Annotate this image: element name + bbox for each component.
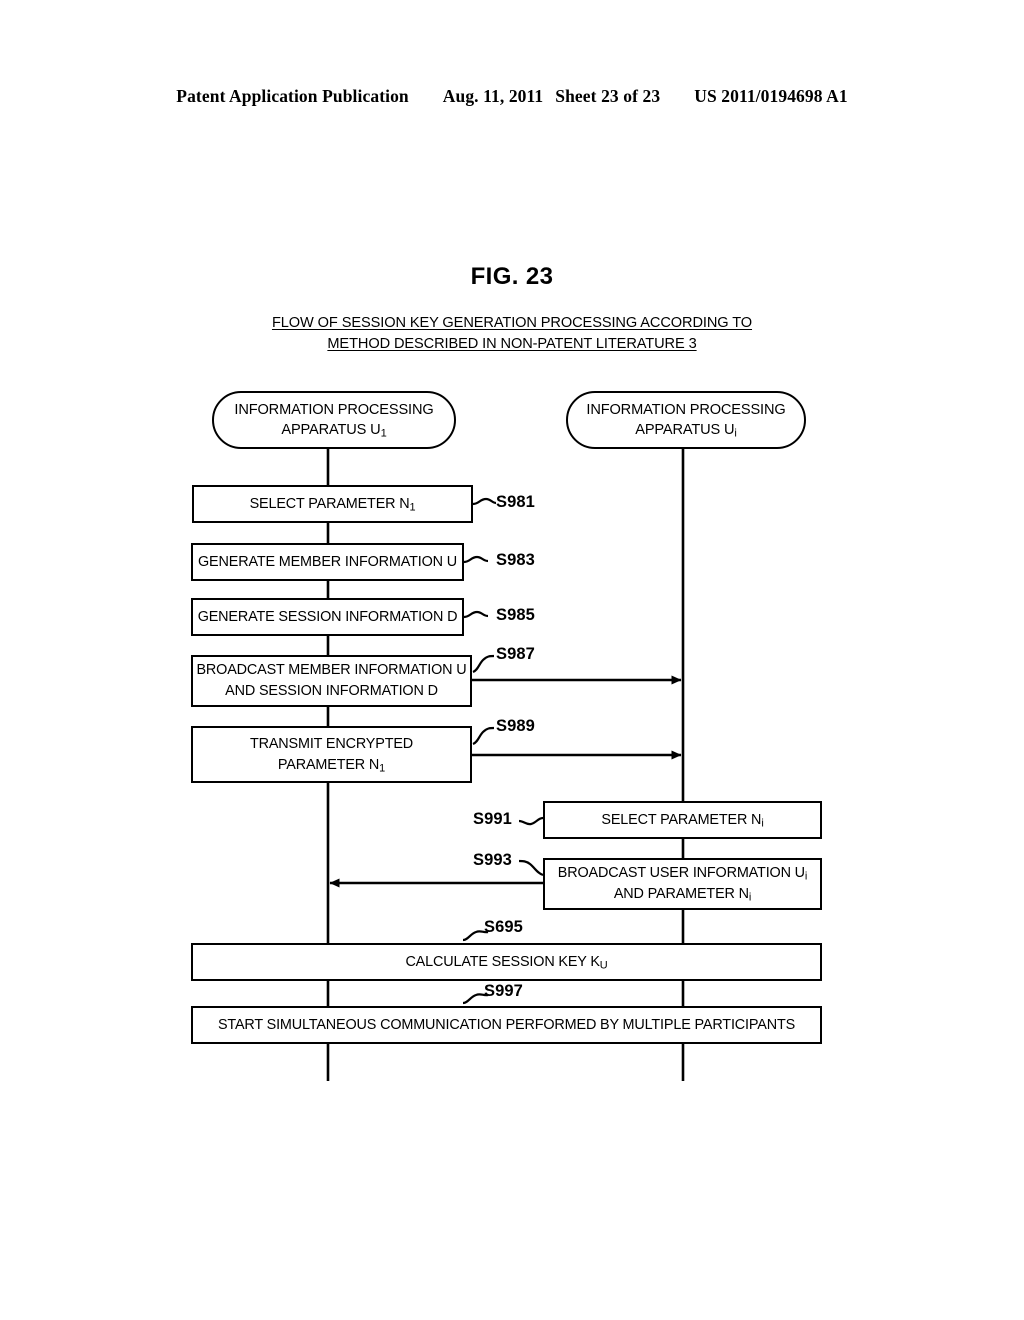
box-s981-line1: SELECT PARAMETER N [249,495,410,512]
process-box-s981: SELECT PARAMETER N1 [192,485,473,523]
process-box-s997: START SIMULTANEOUS COMMUNICATION PERFORM… [191,1006,822,1044]
box-s997-line1: START SIMULTANEOUS COMMUNICATION PERFORM… [217,1016,796,1033]
leader-s987 [472,654,495,674]
process-box-s987: BROADCAST MEMBER INFORMATION U AND SESSI… [191,655,472,707]
lane-right-subscript: i [734,427,737,440]
process-box-s989: TRANSMIT ENCRYPTED PARAMETER N1 [191,726,472,783]
box-s991-sub1: i [761,816,764,829]
box-s993-sub1: i [804,870,808,883]
box-s989-line1: TRANSMIT ENCRYPTED [249,735,414,752]
step-label-s987: S987 [496,645,535,663]
lane-left-line2: APPARATUS U [281,422,381,438]
leader-s981 [472,497,497,506]
step-label-s695: S695 [484,918,523,936]
leader-s985 [463,610,489,619]
box-s695-sub1: U [599,958,608,971]
leader-s993 [518,859,544,877]
step-label-s997: S997 [484,982,523,1000]
process-box-s983: GENERATE MEMBER INFORMATION U [191,543,464,581]
lane-right-line1: INFORMATION PROCESSING [586,402,786,418]
box-s993-line2: AND PARAMETER N [613,886,749,902]
lane-header-left: INFORMATION PROCESSING APPARATUS U1 [212,391,456,449]
step-label-s985: S985 [496,606,535,624]
box-s989-line2: PARAMETER N [277,756,380,773]
lane-left-line1: INFORMATION PROCESSING [234,402,434,418]
step-label-s989: S989 [496,717,535,735]
lane-left-subscript: 1 [380,427,387,440]
step-label-s993: S993 [473,851,512,869]
box-s993-sub2: i [748,891,752,904]
leader-s983 [463,555,489,564]
box-s991-line1: SELECT PARAMETER N [601,811,762,828]
lane-right-line2: APPARATUS U [635,422,735,438]
process-box-s993: BROADCAST USER INFORMATION Ui AND PARAME… [543,858,822,910]
leader-s989 [472,726,495,746]
lane-header-right: INFORMATION PROCESSING APPARATUS Ui [566,391,806,449]
box-s993-line1: BROADCAST USER INFORMATION U [557,865,805,881]
box-s987-line2: AND SESSION INFORMATION D [225,683,438,699]
process-box-s985: GENERATE SESSION INFORMATION D [191,598,464,636]
box-s989-sub2: 1 [379,761,386,774]
step-label-s981: S981 [496,493,535,511]
box-s987-line1: BROADCAST MEMBER INFORMATION U [196,662,467,678]
process-box-s991: SELECT PARAMETER Ni [543,801,822,839]
process-box-s695: CALCULATE SESSION KEY KU [191,943,822,981]
box-s985-line1: GENERATE SESSION INFORMATION D [197,608,458,625]
sequence-flow-diagram: INFORMATION PROCESSING APPARATUS U1 INFO… [0,0,1024,1320]
box-s981-sub1: 1 [409,500,416,513]
step-label-s991: S991 [473,810,512,828]
box-s695-line1: CALCULATE SESSION KEY K [405,953,600,970]
box-s983-line1: GENERATE MEMBER INFORMATION U [198,553,457,570]
leader-s991 [518,816,544,826]
step-label-s983: S983 [496,551,535,569]
